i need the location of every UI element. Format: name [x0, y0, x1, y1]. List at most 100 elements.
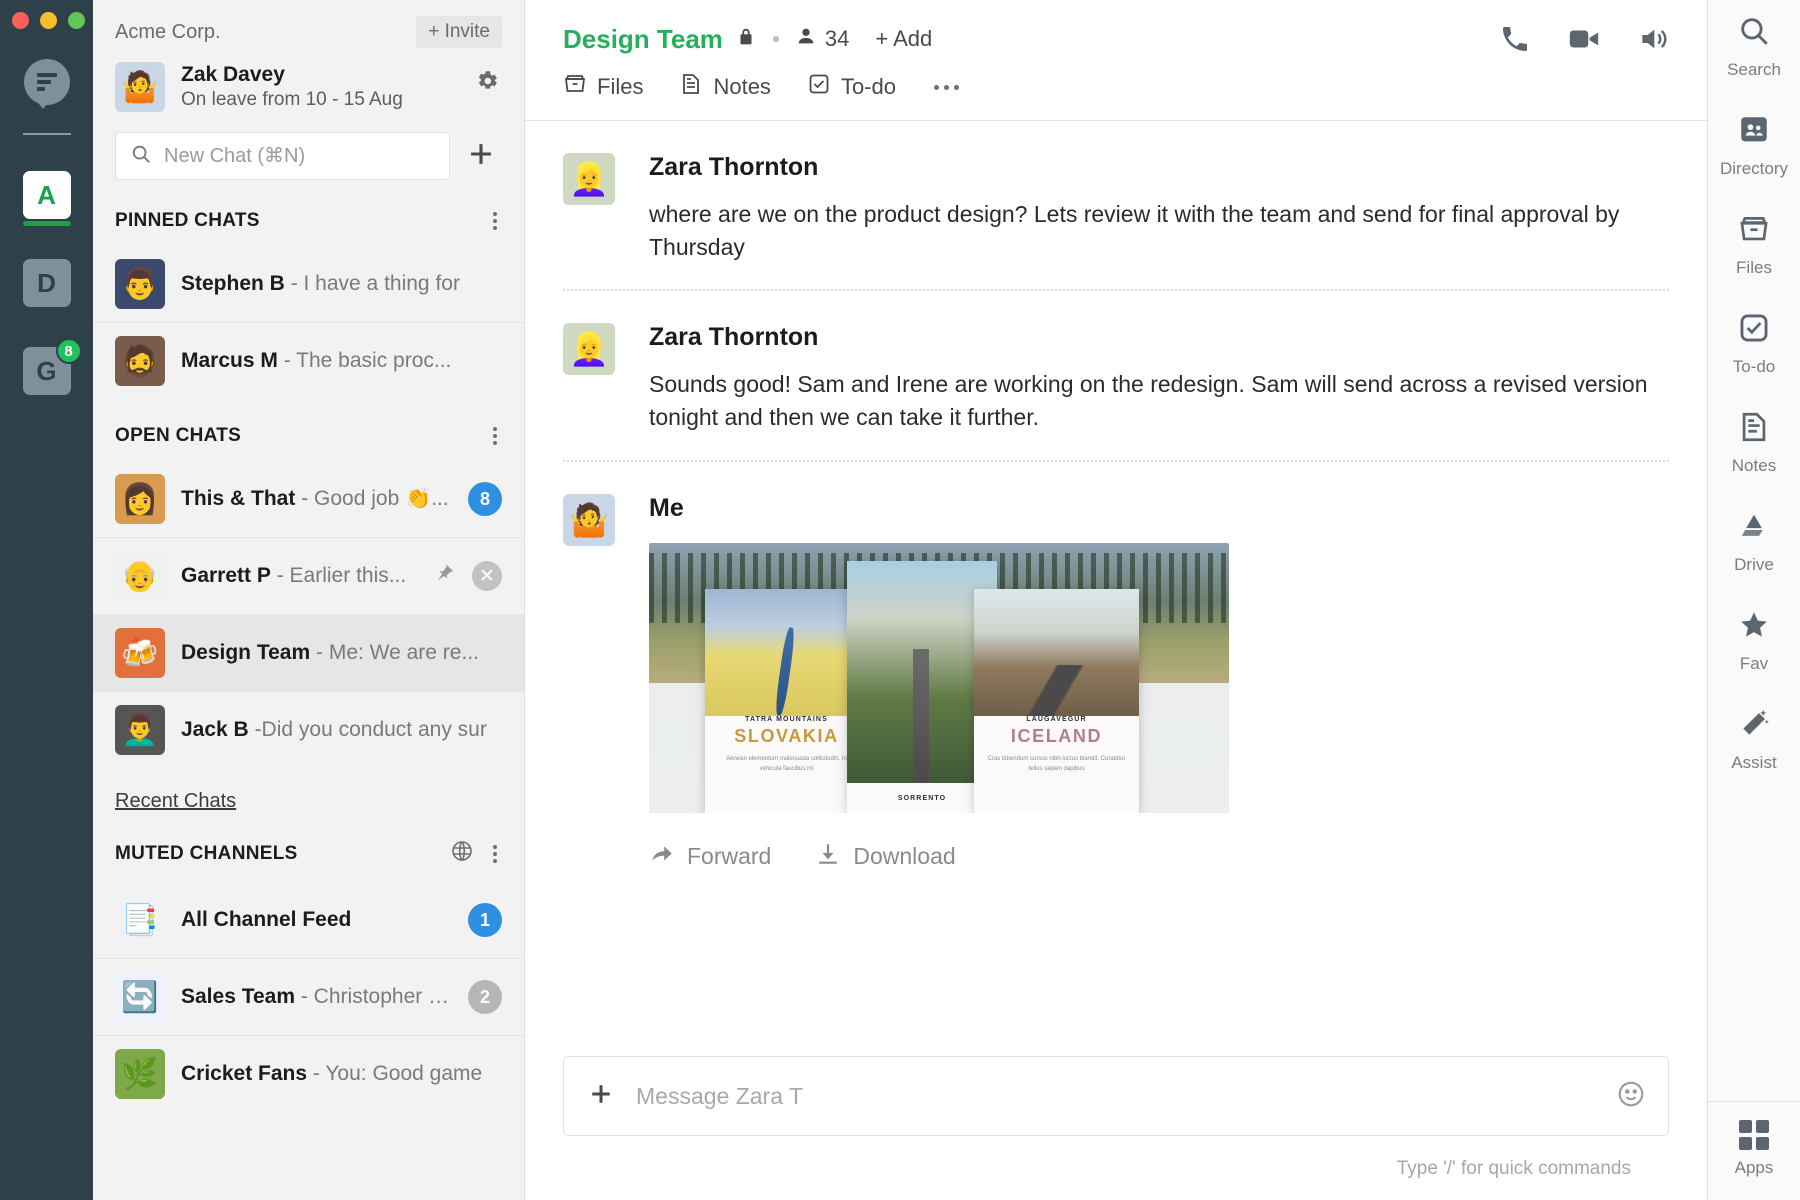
section-header-muted: MUTED CHANNELS [93, 813, 524, 882]
avatar: 🧔 [115, 336, 165, 386]
image-attachment[interactable]: TATRA MOUNTAINS SLOVAKIA Aenean elementu… [649, 543, 1229, 813]
maximize-window-button[interactable] [68, 12, 85, 29]
avatar-emoji: 👴 [121, 559, 158, 594]
video-icon[interactable] [1567, 22, 1601, 56]
current-user-name: Zak Davey [181, 63, 403, 87]
speaker-icon[interactable] [1637, 23, 1669, 55]
avatar-emoji: 🤷 [569, 501, 609, 539]
recent-chats-link[interactable]: Recent Chats [93, 768, 258, 813]
chat-item-name: Stephen B [181, 272, 285, 295]
rail-item-label: Fav [1740, 654, 1768, 674]
message-input[interactable] [636, 1083, 1596, 1110]
chat-list-item-cricket-fans[interactable]: 🌿 Cricket Fans - You: Good game [93, 1035, 524, 1112]
workspace-item-a[interactable]: A [23, 171, 71, 219]
avatar: 🍻 [115, 628, 165, 678]
message-composer[interactable] [563, 1056, 1669, 1136]
download-icon [815, 841, 841, 873]
invite-button[interactable]: + Invite [416, 16, 502, 48]
rail-item-notes[interactable]: Notes [1732, 410, 1776, 476]
rail-item-apps[interactable]: Apps [1708, 1101, 1800, 1200]
tab-files[interactable]: Files [563, 72, 643, 102]
chat-item-preview: - Earlier this... [277, 564, 407, 587]
section-menu-icon[interactable] [488, 210, 502, 232]
rail-item-assist[interactable]: Assist [1731, 707, 1776, 773]
rail-item-directory[interactable]: Directory [1720, 113, 1788, 179]
minimize-window-button[interactable] [40, 12, 57, 29]
avatar-emoji: 🌿 [121, 1057, 158, 1092]
card-kicker: LAUGAVEGUR [974, 716, 1139, 723]
message-text: Sounds good! Sam and Irene are working o… [649, 368, 1669, 433]
current-user-row[interactable]: 🤷 Zak Davey On leave from 10 - 15 Aug [115, 62, 502, 112]
close-icon[interactable]: ✕ [472, 561, 502, 591]
chat-item-name: Garrett P [181, 564, 271, 587]
close-window-button[interactable] [12, 12, 29, 29]
phone-icon[interactable] [1499, 23, 1531, 55]
directory-icon [1737, 113, 1771, 152]
card-kicker: TATRA MOUNTAINS [705, 716, 868, 723]
chat-item-name: Design Team [181, 641, 310, 664]
new-chat-plus-icon[interactable] [460, 133, 502, 180]
rail-item-label: Directory [1720, 159, 1788, 179]
globe-icon[interactable] [450, 839, 474, 868]
chat-list-item-jack-b[interactable]: 👨‍🦱 Jack B -Did you conduct any sur [93, 691, 524, 768]
attach-plus-icon[interactable] [586, 1079, 616, 1114]
emoji-icon[interactable] [1616, 1079, 1646, 1114]
gear-icon[interactable] [474, 68, 500, 99]
page-title[interactable]: Design Team [563, 24, 723, 55]
apps-grid-icon [1739, 1120, 1769, 1150]
message-author: Me [649, 494, 1669, 523]
chat-item-text: Design Team - Me: We are re... [181, 641, 502, 665]
chat-list-scroll[interactable]: PINNED CHATS 👨 Stephen B - I have a thin… [93, 184, 524, 1200]
member-count[interactable]: 34 [795, 25, 849, 53]
section-header-pinned: PINNED CHATS [93, 184, 524, 246]
chat-list-item-design-team[interactable]: 🍻 Design Team - Me: We are re... [93, 614, 524, 691]
card-body: Cras bibendum cursus nibh luctus blandit… [974, 754, 1139, 774]
section-title: OPEN CHATS [115, 425, 241, 447]
forward-button[interactable]: Forward [649, 841, 771, 873]
download-button[interactable]: Download [815, 841, 955, 873]
chat-item-text: All Channel Feed [181, 908, 452, 932]
chat-item-preview: - I have a thing for [291, 272, 460, 295]
pin-icon[interactable] [434, 563, 456, 590]
tab-label: Notes [713, 74, 770, 100]
chat-list-item-all-channel-feed[interactable]: 📑 All Channel Feed 1 [93, 882, 524, 958]
workspace-item-d[interactable]: D [23, 259, 71, 307]
card-title: SLOVAKIA [705, 726, 868, 747]
unread-badge: 1 [468, 903, 502, 937]
rail-item-search[interactable]: Search [1727, 14, 1781, 80]
rail-item-files[interactable]: Files [1736, 212, 1772, 278]
search-input[interactable] [164, 145, 435, 168]
chat-list-item-stephen-b[interactable]: 👨 Stephen B - I have a thing for [93, 246, 524, 322]
message-list: 👱‍♀️ Zara Thornton where are we on the p… [525, 121, 1707, 1056]
avatar: 🤷 [563, 494, 615, 546]
search-box[interactable] [115, 132, 450, 180]
avatar-emoji: 🔄 [121, 980, 158, 1015]
rail-item-drive[interactable]: Drive [1734, 509, 1774, 575]
tab-todo[interactable]: To-do [807, 72, 896, 102]
add-member-button[interactable]: + Add [875, 26, 932, 52]
app-logo [24, 59, 70, 105]
workspace-item-g[interactable]: G 8 [23, 347, 71, 395]
tab-notes[interactable]: Notes [679, 72, 770, 102]
rail-item-todo[interactable]: To-do [1733, 311, 1776, 377]
chat-list-item-sales-team[interactable]: 🔄 Sales Team - Christopher J: d. 2 [93, 958, 524, 1035]
avatar-emoji: 👱‍♀️ [569, 160, 609, 198]
workspace-unread-badge: 8 [56, 338, 82, 364]
chat-list-item-garrett-p[interactable]: 👴 Garrett P - Earlier this... ✕ [93, 537, 524, 614]
composer-wrap: Type '/' for quick commands [525, 1056, 1707, 1200]
avatar: 📑 [115, 895, 165, 945]
files-icon [1737, 212, 1771, 251]
chat-list-item-this-and-that[interactable]: 👩 This & That - Good job 👏... 8 [93, 461, 524, 537]
section-menu-icon[interactable] [488, 425, 502, 447]
chat-item-text: Garrett P - Earlier this... [181, 564, 418, 588]
rail-item-label: Files [1736, 258, 1772, 278]
more-options-icon[interactable] [932, 79, 961, 96]
chat-list-item-marcus-m[interactable]: 🧔 Marcus M - The basic proc... [93, 322, 524, 399]
rail-item-label: Assist [1731, 753, 1776, 773]
workspace-letter: G [36, 356, 56, 387]
section-menu-icon[interactable] [488, 843, 502, 865]
rail-item-fav[interactable]: Fav [1737, 608, 1771, 674]
search-icon [1737, 14, 1771, 53]
app-window: A D G 8 Acme Corp. + Invite 🤷 Zak Davey … [0, 0, 1800, 1200]
notes-icon [679, 72, 703, 102]
